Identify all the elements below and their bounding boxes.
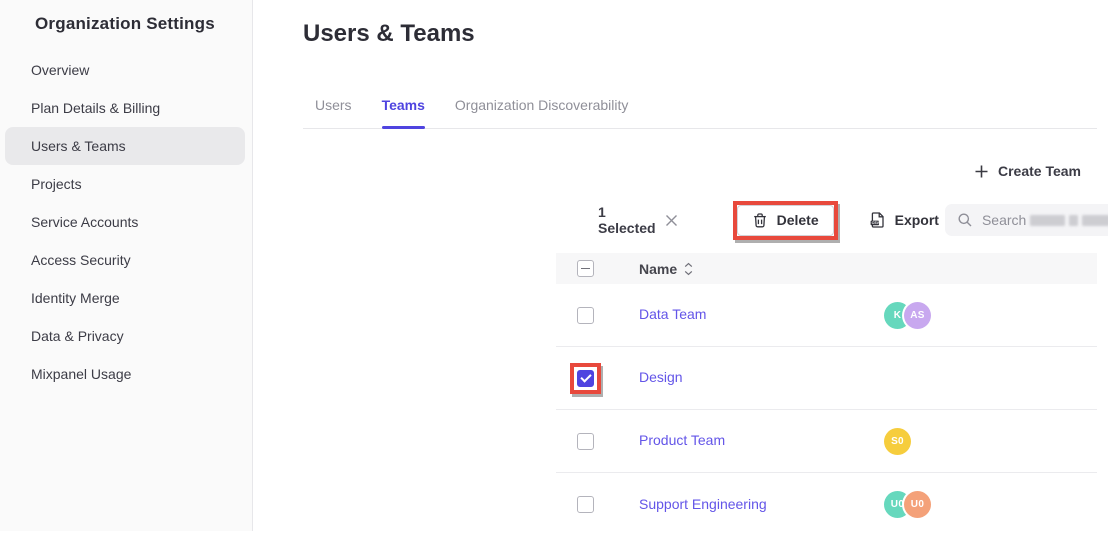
trash-icon — [752, 212, 768, 229]
row-checkbox[interactable] — [577, 496, 594, 513]
table-header: Name — [556, 253, 1097, 284]
clear-selection-button[interactable] — [665, 214, 678, 227]
tab-organization-discoverability[interactable]: Organization Discoverability — [455, 88, 629, 128]
sidebar-item-data-privacy[interactable]: Data & Privacy — [5, 317, 245, 355]
row-checkbox[interactable] — [577, 370, 594, 387]
sidebar-item-plan-details-billing[interactable]: Plan Details & Billing — [5, 89, 245, 127]
table-row-support-engineering: Support Engineering U0U0 — [556, 473, 1097, 536]
table-row-product-team: Product Team S0 — [556, 410, 1097, 473]
select-all-checkbox[interactable] — [577, 260, 594, 277]
delete-button[interactable]: Delete — [737, 205, 834, 236]
sidebar: Organization Settings Overview Plan Deta… — [0, 0, 253, 531]
team-members: KAS — [884, 302, 931, 329]
sidebar-item-label: Mixpanel Usage — [31, 366, 131, 382]
sidebar-nav: Overview Plan Details & Billing Users & … — [5, 51, 245, 393]
sidebar-item-label: Projects — [31, 176, 82, 192]
create-team-label: Create Team — [998, 163, 1081, 179]
sidebar-item-label: Data & Privacy — [31, 328, 124, 344]
team-name-link[interactable]: Support Engineering — [639, 496, 767, 512]
table-row-data-team: Data Team KAS — [556, 284, 1097, 347]
annotation-box — [570, 426, 601, 457]
svg-text:CSV: CSV — [871, 221, 879, 225]
redacted-text-block — [1030, 215, 1065, 226]
team-name-link[interactable]: Data Team — [639, 306, 706, 322]
sidebar-item-label: Service Accounts — [31, 214, 138, 230]
export-button[interactable]: CSV Export — [863, 210, 945, 230]
row-checkbox[interactable] — [577, 307, 594, 324]
teams-table: Name Data Team KAS Design — [556, 253, 1097, 536]
page-title: Users & Teams — [303, 20, 475, 48]
delete-label: Delete — [777, 212, 819, 228]
tab-label: Organization Discoverability — [455, 97, 629, 113]
sidebar-item-label: Plan Details & Billing — [31, 100, 160, 116]
tab-label: Users — [315, 97, 352, 113]
sidebar-item-identity-merge[interactable]: Identity Merge — [5, 279, 245, 317]
sidebar-item-label: Identity Merge — [31, 290, 120, 306]
team-members: U0U0 — [884, 491, 931, 518]
member-avatar: U0 — [904, 491, 931, 518]
search-placeholder: Search teams — [982, 212, 1108, 228]
sidebar-item-mixpanel-usage[interactable]: Mixpanel Usage — [5, 355, 245, 393]
tab-teams[interactable]: Teams — [382, 88, 425, 128]
search-input[interactable]: Search teams — [945, 204, 1108, 236]
member-avatar: S0 — [884, 428, 911, 455]
row-checkbox[interactable] — [577, 433, 594, 450]
tab-label: Teams — [382, 97, 425, 113]
table-body: Data Team KAS Design Product Team S0 — [556, 284, 1097, 536]
plus-icon — [974, 164, 989, 179]
main-panel: Users & Teams Users Teams Organization D… — [253, 0, 1108, 531]
team-name-link[interactable]: Product Team — [639, 432, 725, 448]
sidebar-item-access-security[interactable]: Access Security — [5, 241, 245, 279]
create-team-button[interactable]: Create Team — [974, 163, 1081, 179]
annotation-box — [570, 300, 601, 331]
redacted-text-block — [1082, 215, 1108, 226]
export-label: Export — [895, 212, 939, 228]
sidebar-title: Organization Settings — [0, 0, 252, 34]
annotation-box — [570, 489, 601, 520]
sidebar-item-label: Access Security — [31, 252, 131, 268]
annotation-box-delete: Delete — [733, 201, 838, 240]
member-avatar: AS — [904, 302, 931, 329]
sidebar-item-label: Users & Teams — [31, 138, 126, 154]
name-column-header: Name — [639, 261, 677, 277]
close-icon — [665, 214, 678, 227]
selection-toolbar: 1 Selected Delete — [556, 199, 1081, 241]
tab-bar: Users Teams Organization Discoverability — [303, 88, 1097, 129]
sort-arrows-icon[interactable] — [684, 262, 693, 276]
sidebar-item-label: Overview — [31, 62, 89, 78]
redacted-text-block — [1069, 215, 1078, 226]
sidebar-item-overview[interactable]: Overview — [5, 51, 245, 89]
sidebar-item-service-accounts[interactable]: Service Accounts — [5, 203, 245, 241]
table-row-design: Design — [556, 347, 1097, 410]
sidebar-item-users-teams[interactable]: Users & Teams — [5, 127, 245, 165]
team-members: S0 — [884, 428, 911, 455]
annotation-box — [570, 363, 601, 394]
tab-users[interactable]: Users — [315, 88, 352, 128]
sidebar-item-projects[interactable]: Projects — [5, 165, 245, 203]
search-icon — [957, 212, 973, 228]
selected-count: 1 Selected — [598, 204, 656, 236]
csv-file-icon: CSV — [869, 211, 886, 229]
team-name-link[interactable]: Design — [639, 369, 683, 385]
